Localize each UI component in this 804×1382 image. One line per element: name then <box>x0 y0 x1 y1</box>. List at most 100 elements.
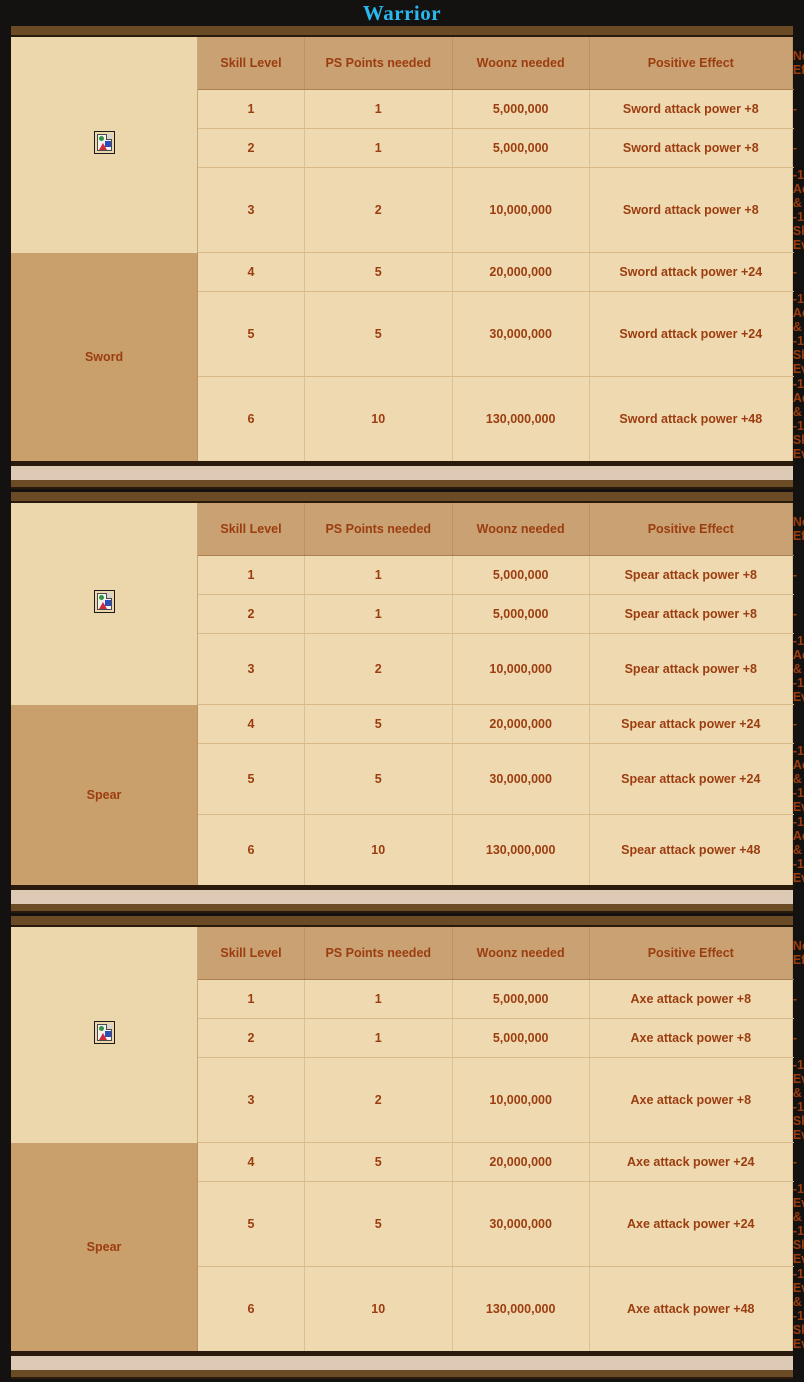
skill-table: Skill Level PS Points needed Woonz needed P… <box>11 503 804 885</box>
cell-positive: Spear attack power +8 <box>589 555 793 595</box>
cell-negative: - <box>792 128 797 168</box>
cell-ps-points: 10 <box>304 376 453 461</box>
broken-image-icon <box>93 130 115 154</box>
cell-woonz: 5,000,000 <box>452 979 590 1019</box>
cell-skill-level: 2 <box>197 1018 305 1058</box>
skill-name-cell: Spear <box>11 704 199 885</box>
table-row: Spear 4 5 20,000,000 Axe attack power +24- <box>11 1142 797 1351</box>
cell-positive: Spear attack power +48 <box>589 814 793 885</box>
cell-skill-level: 5 <box>197 1181 305 1267</box>
cell-ps-points: 1 <box>304 89 453 129</box>
cell-woonz: 20,000,000 <box>452 704 590 744</box>
cell-woonz: 5,000,000 <box>452 555 590 595</box>
cell-ps-points: 1 <box>304 1018 453 1058</box>
table-separator <box>8 888 796 913</box>
cell-ps-points: 5 <box>304 743 453 815</box>
cell-skill-level: 2 <box>197 128 305 168</box>
cell-positive: Spear attack power +8 <box>589 594 793 634</box>
cell-ps-points: 10 <box>304 1266 453 1351</box>
separator-light-band <box>11 1354 793 1370</box>
cell-woonz: 30,000,000 <box>452 291 590 377</box>
cell-positive: Axe attack power +24 <box>589 1181 793 1267</box>
column-header: PS Points needed <box>304 503 453 556</box>
cell-ps-points: 5 <box>304 1181 453 1267</box>
cell-skill-level: 6 <box>197 1266 305 1351</box>
skill-table: Skill Level PS Points needed Woonz needed P… <box>11 927 804 1351</box>
cell-ps-points: 5 <box>304 252 453 292</box>
cell-positive: Sword attack power +24 <box>589 252 793 292</box>
cell-woonz: 130,000,000 <box>452 1266 590 1351</box>
cell-negative: - <box>792 704 797 744</box>
column-header: Woonz needed <box>452 927 590 980</box>
cell-woonz: 130,000,000 <box>452 814 590 885</box>
cell-woonz: 10,000,000 <box>452 167 590 253</box>
skill-icon-cell <box>11 503 199 705</box>
skill-name-cell: Sword <box>11 252 199 461</box>
table-header-row: Skill Level PS Points needed Woonz needed P… <box>11 927 804 1143</box>
skill-icon-cell <box>11 37 199 253</box>
cell-ps-points: 10 <box>304 814 453 885</box>
cell-skill-level: 1 <box>197 89 305 129</box>
skill-table-block: Skill Level PS Points needed Woonz needed P… <box>8 916 804 1354</box>
page-header: Warrior <box>0 0 804 26</box>
cell-woonz: 5,000,000 <box>452 89 590 129</box>
cell-positive: Sword attack power +24 <box>589 291 793 377</box>
cell-negative: - <box>792 252 797 292</box>
cell-skill-level: 5 <box>197 743 305 815</box>
cell-ps-points: 1 <box>304 594 453 634</box>
cell-skill-level: 1 <box>197 979 305 1019</box>
column-header: Positive Effect <box>589 503 793 556</box>
cell-skill-level: 3 <box>197 1057 305 1143</box>
cell-woonz: 30,000,000 <box>452 1181 590 1267</box>
table-header-row: Skill Level PS Points needed Woonz needed P… <box>11 503 804 705</box>
cell-negative: - <box>792 979 797 1019</box>
cell-ps-points: 5 <box>304 291 453 377</box>
cell-woonz: 20,000,000 <box>452 1142 590 1182</box>
cell-skill-level: 2 <box>197 594 305 634</box>
cell-ps-points: 5 <box>304 1142 453 1182</box>
cell-negative: -1% Evasion & -1% Skill Evasion <box>792 1181 804 1267</box>
table-header-row: Skill Level PS Points needed Woonz needed P… <box>11 37 804 253</box>
cell-positive: Axe attack power +8 <box>589 1057 793 1143</box>
cell-positive: Sword attack power +8 <box>589 89 793 129</box>
cell-woonz: 20,000,000 <box>452 252 590 292</box>
cell-woonz: 5,000,000 <box>452 128 590 168</box>
page-title: Warrior <box>362 0 442 25</box>
cell-ps-points: 5 <box>304 704 453 744</box>
column-header: PS Points needed <box>304 37 453 90</box>
table-top-bar <box>11 26 793 37</box>
cell-negative: -1% Accuracy & -1% Evasion <box>792 743 804 815</box>
cell-woonz: 130,000,000 <box>452 376 590 461</box>
table-top-bar <box>11 492 793 503</box>
cell-positive: Axe attack power +8 <box>589 1018 793 1058</box>
cell-ps-points: 2 <box>304 1057 453 1143</box>
cell-positive: Spear attack power +8 <box>589 633 793 705</box>
cell-ps-points: 2 <box>304 633 453 705</box>
separator-dark-band <box>11 904 793 913</box>
skill-table-block: Skill Level PS Points needed Woonz needed P… <box>8 26 804 464</box>
cell-skill-level: 6 <box>197 814 305 885</box>
separator-light-band <box>11 888 793 904</box>
cell-negative: -1% Accuracy & -1% Evasion <box>792 814 804 885</box>
cell-ps-points: 1 <box>304 979 453 1019</box>
skill-name-cell: Spear <box>11 1142 199 1351</box>
column-header: Positive Effect <box>589 37 793 90</box>
cell-positive: Sword attack power +8 <box>589 167 793 253</box>
cell-positive: Sword attack power +48 <box>589 376 793 461</box>
cell-skill-level: 6 <box>197 376 305 461</box>
table-separator <box>8 464 796 489</box>
cell-woonz: 10,000,000 <box>452 633 590 705</box>
cell-skill-level: 3 <box>197 633 305 705</box>
cell-negative: - <box>792 1142 797 1182</box>
table-separator <box>8 1354 796 1379</box>
cell-skill-level: 4 <box>197 252 305 292</box>
cell-positive: Axe attack power +24 <box>589 1142 793 1182</box>
cell-negative: - <box>792 555 797 595</box>
cell-negative: - <box>792 89 797 129</box>
cell-negative: -1% Evasion & -1% Skill Evasion <box>792 1057 804 1143</box>
cell-negative: -1% Evasion & -1% Skill Evasion <box>792 1266 804 1351</box>
cell-positive: Axe attack power +8 <box>589 979 793 1019</box>
cell-ps-points: 1 <box>304 555 453 595</box>
skill-icon-cell <box>11 927 199 1143</box>
column-header: Skill Level <box>197 37 305 90</box>
